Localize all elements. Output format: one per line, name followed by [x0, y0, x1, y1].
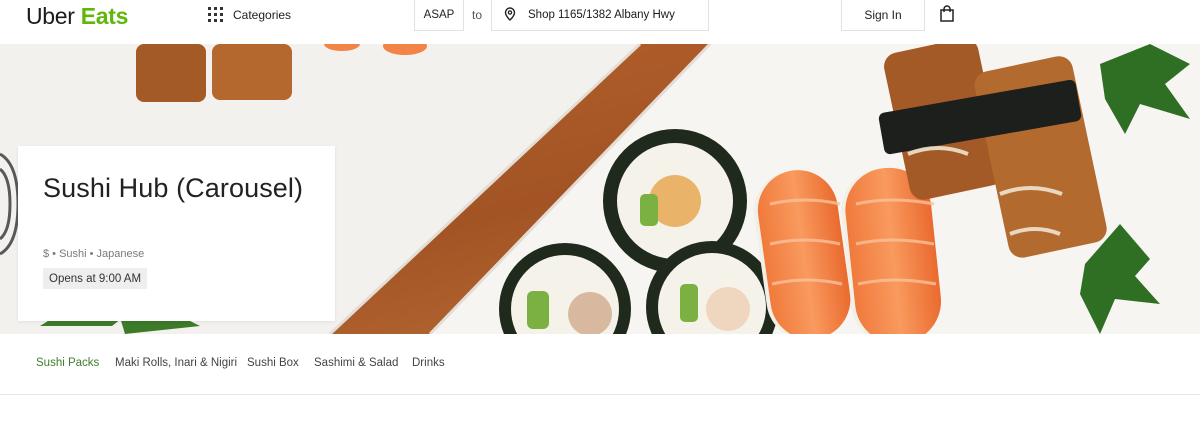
menu-category-tabs: Sushi Packs Maki Rolls, Inari & Nigiri S… [0, 334, 1200, 395]
tab-maki-rolls-inari-nigiri[interactable]: Maki Rolls, Inari & Nigiri [115, 357, 237, 369]
store-name: Sushi Hub (Carousel) [43, 173, 304, 203]
location-pin-icon [504, 6, 516, 24]
tab-sashimi-salad[interactable]: Sashimi & Salad [314, 357, 398, 369]
tab-sushi-packs[interactable]: Sushi Packs [36, 357, 99, 369]
grid-icon [208, 7, 223, 22]
top-header: Uber Eats Categories ASAP to Shop 1165/1… [0, 0, 1200, 44]
address-selector[interactable]: Shop 1165/1382 Albany Hwy [491, 0, 709, 31]
tab-sushi-box[interactable]: Sushi Box [247, 357, 299, 369]
categories-button[interactable]: Categories [208, 7, 291, 22]
store-meta: $ • Sushi • Japanese [43, 248, 145, 260]
shopping-bag-icon[interactable] [939, 5, 955, 27]
categories-label: Categories [233, 7, 292, 22]
hero-banner: Sushi Hub (Carousel) $ • Sushi • Japanes… [0, 44, 1200, 334]
logo-uber-text: Uber [26, 3, 75, 29]
address-text: Shop 1165/1382 Albany Hwy [528, 9, 675, 21]
tab-drinks[interactable]: Drinks [412, 357, 445, 369]
sign-in-button[interactable]: Sign In [841, 0, 925, 31]
opening-hours-badge: Opens at 9:00 AM [43, 268, 148, 289]
delivery-time-selector[interactable]: ASAP [414, 0, 464, 31]
logo-eats-text: Eats [80, 3, 129, 29]
to-label: to [472, 8, 483, 22]
store-info-card: Sushi Hub (Carousel) $ • Sushi • Japanes… [18, 146, 335, 321]
uber-eats-logo[interactable]: Uber Eats [26, 3, 128, 29]
